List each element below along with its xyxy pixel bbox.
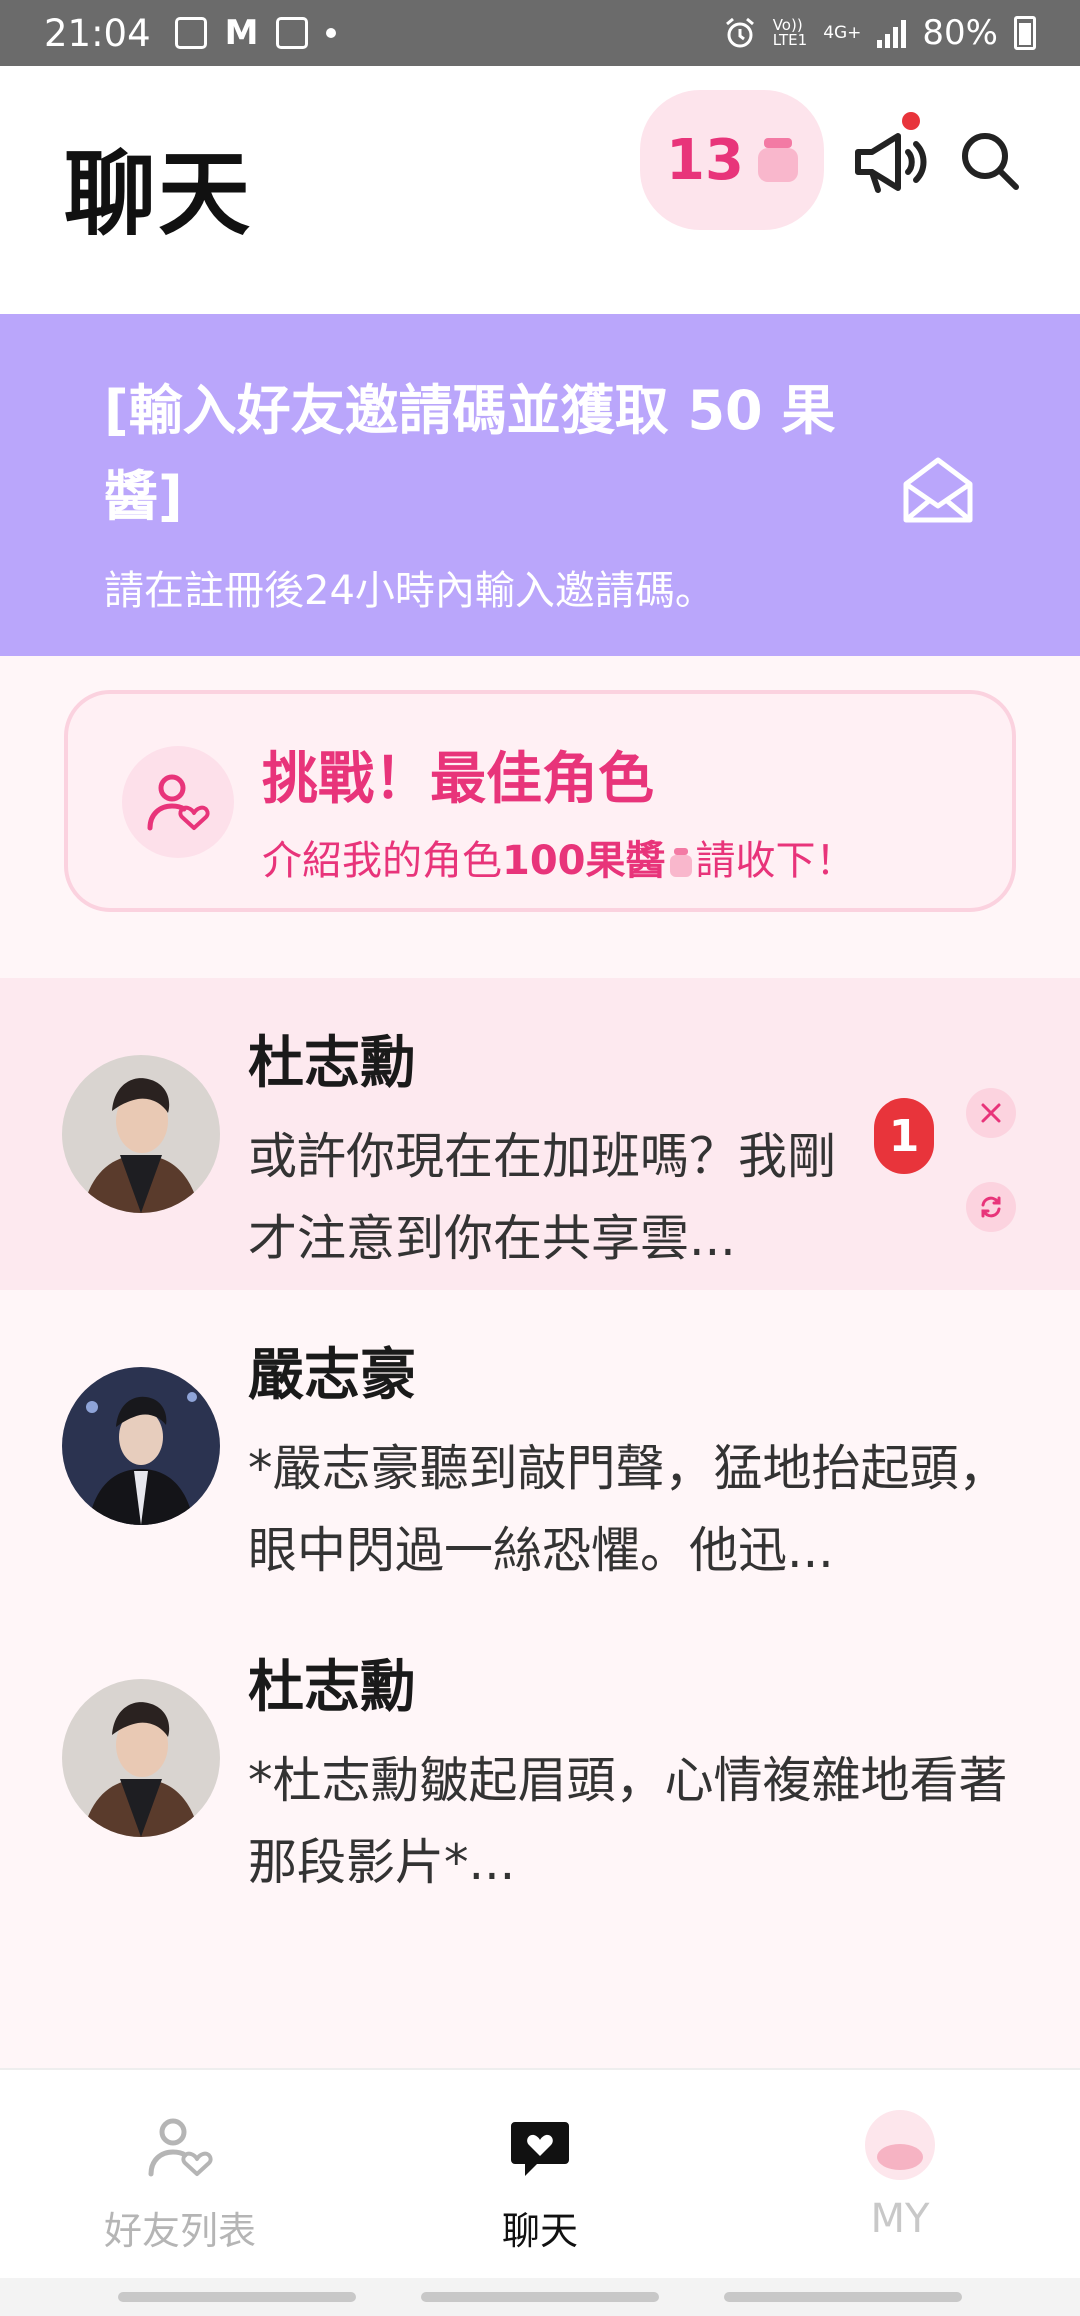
page-title: 聊天 xyxy=(64,141,253,248)
status-bar: 21:04 M Vo)) LTE1 4G+ 80% xyxy=(0,0,1080,66)
user-heart-icon xyxy=(148,2118,213,2177)
chat-name: 杜志勳 xyxy=(248,1655,416,1720)
refresh-icon xyxy=(981,1196,1001,1218)
nav-my-label: MY xyxy=(870,2196,930,2242)
chat-heart-icon xyxy=(511,2122,569,2176)
unread-badge: 1 xyxy=(874,1098,934,1174)
chat-preview: *嚴志豪聽到敲門聲，猛地抬起頭，眼中閃過一絲恐懼。他迅... xyxy=(248,1440,1008,1579)
close-button[interactable] xyxy=(966,1088,1016,1138)
search-icon[interactable] xyxy=(955,126,1025,196)
avatar[interactable] xyxy=(62,1679,220,1837)
challenge-description: 介紹我的角色100果醬 請收下！ xyxy=(262,838,856,884)
battery-percent: 80% xyxy=(922,13,998,53)
alarm-icon xyxy=(725,17,754,48)
chat-row[interactable]: 杜志勳 *杜志勳皺起眉頭，心情複雜地看著那段影片*... xyxy=(0,1602,1080,1914)
refresh-button[interactable] xyxy=(966,1182,1016,1232)
invite-code-banner[interactable]: [輸入好友邀請碼並獲取 50 果醬] 請在註冊後24小時內輸入邀請碼。 xyxy=(0,314,1080,656)
gmail-icon: M xyxy=(224,13,259,53)
invite-banner-title: [輸入好友邀請碼並獲取 50 果醬] xyxy=(104,379,836,528)
best-character-challenge-card[interactable]: 挑戰！最佳角色 介紹我的角色100果醬 請收下！ xyxy=(64,690,1016,912)
jam-jar-icon xyxy=(757,138,798,182)
user-heart-icon xyxy=(147,774,210,831)
invite-banner-subtitle: 請在註冊後24小時內輸入邀請碼。 xyxy=(104,568,715,614)
more-notifications-icon xyxy=(326,28,337,38)
chat-name: 嚴志豪 xyxy=(248,1343,416,1408)
gesture-segment xyxy=(421,2292,659,2302)
announcement-icon[interactable] xyxy=(850,122,930,202)
avatar[interactable] xyxy=(62,1367,220,1525)
bottom-navigation: 好友列表 聊天 MY xyxy=(0,2068,1080,2278)
jam-balance-button[interactable]: 13 xyxy=(640,90,824,230)
app-header: 聊天 13 xyxy=(0,66,1080,314)
jam-jar-icon xyxy=(669,848,692,878)
chat-row[interactable]: 杜志勳 或許你現在在加班嗎？我剛才注意到你在共享雲... 1 xyxy=(0,978,1080,1290)
nav-friends-label: 好友列表 xyxy=(103,2209,256,2253)
jam-count: 13 xyxy=(666,127,744,193)
close-icon xyxy=(981,1103,1001,1123)
chat-list: 杜志勳 或許你現在在加班嗎？我剛才注意到你在共享雲... 1 嚴志豪 *嚴志豪聽… xyxy=(0,978,1080,1914)
profile-avatar xyxy=(865,2110,935,2180)
chat-row[interactable]: 嚴志豪 *嚴志豪聽到敲門聲，猛地抬起頭，眼中閃過一絲恐懼。他迅... xyxy=(0,1290,1080,1602)
challenge-title: 挑戰！最佳角色 xyxy=(262,747,654,812)
gesture-segment xyxy=(118,2292,356,2302)
nav-friends-list[interactable]: 好友列表 xyxy=(0,2070,360,2280)
system-gesture-bar xyxy=(0,2278,1080,2316)
avatar[interactable] xyxy=(62,1055,220,1213)
chat-preview: *杜志勳皺起眉頭，心情複雜地看著那段影片*... xyxy=(248,1752,1008,1891)
notification-dot xyxy=(902,112,920,130)
nav-chat-label: 聊天 xyxy=(501,2209,578,2253)
envelope-icon xyxy=(903,457,973,523)
challenge-icon-badge xyxy=(122,746,234,858)
volte-indicator: Vo)) LTE1 xyxy=(772,16,808,49)
nav-my[interactable]: MY xyxy=(720,2070,1080,2280)
data-type-indicator: 4G+ xyxy=(823,23,862,43)
shop-icon xyxy=(276,17,309,49)
chat-name: 杜志勳 xyxy=(248,1031,416,1096)
nav-chat[interactable]: 聊天 xyxy=(360,2070,720,2280)
gallery-icon xyxy=(174,17,207,49)
chat-preview: 或許你現在在加班嗎？我剛才注意到你在共享雲... xyxy=(248,1128,837,1267)
status-time: 21:04 xyxy=(44,11,151,55)
battery-icon xyxy=(1014,16,1036,50)
gesture-segment xyxy=(724,2292,962,2302)
signal-icon xyxy=(877,18,907,48)
